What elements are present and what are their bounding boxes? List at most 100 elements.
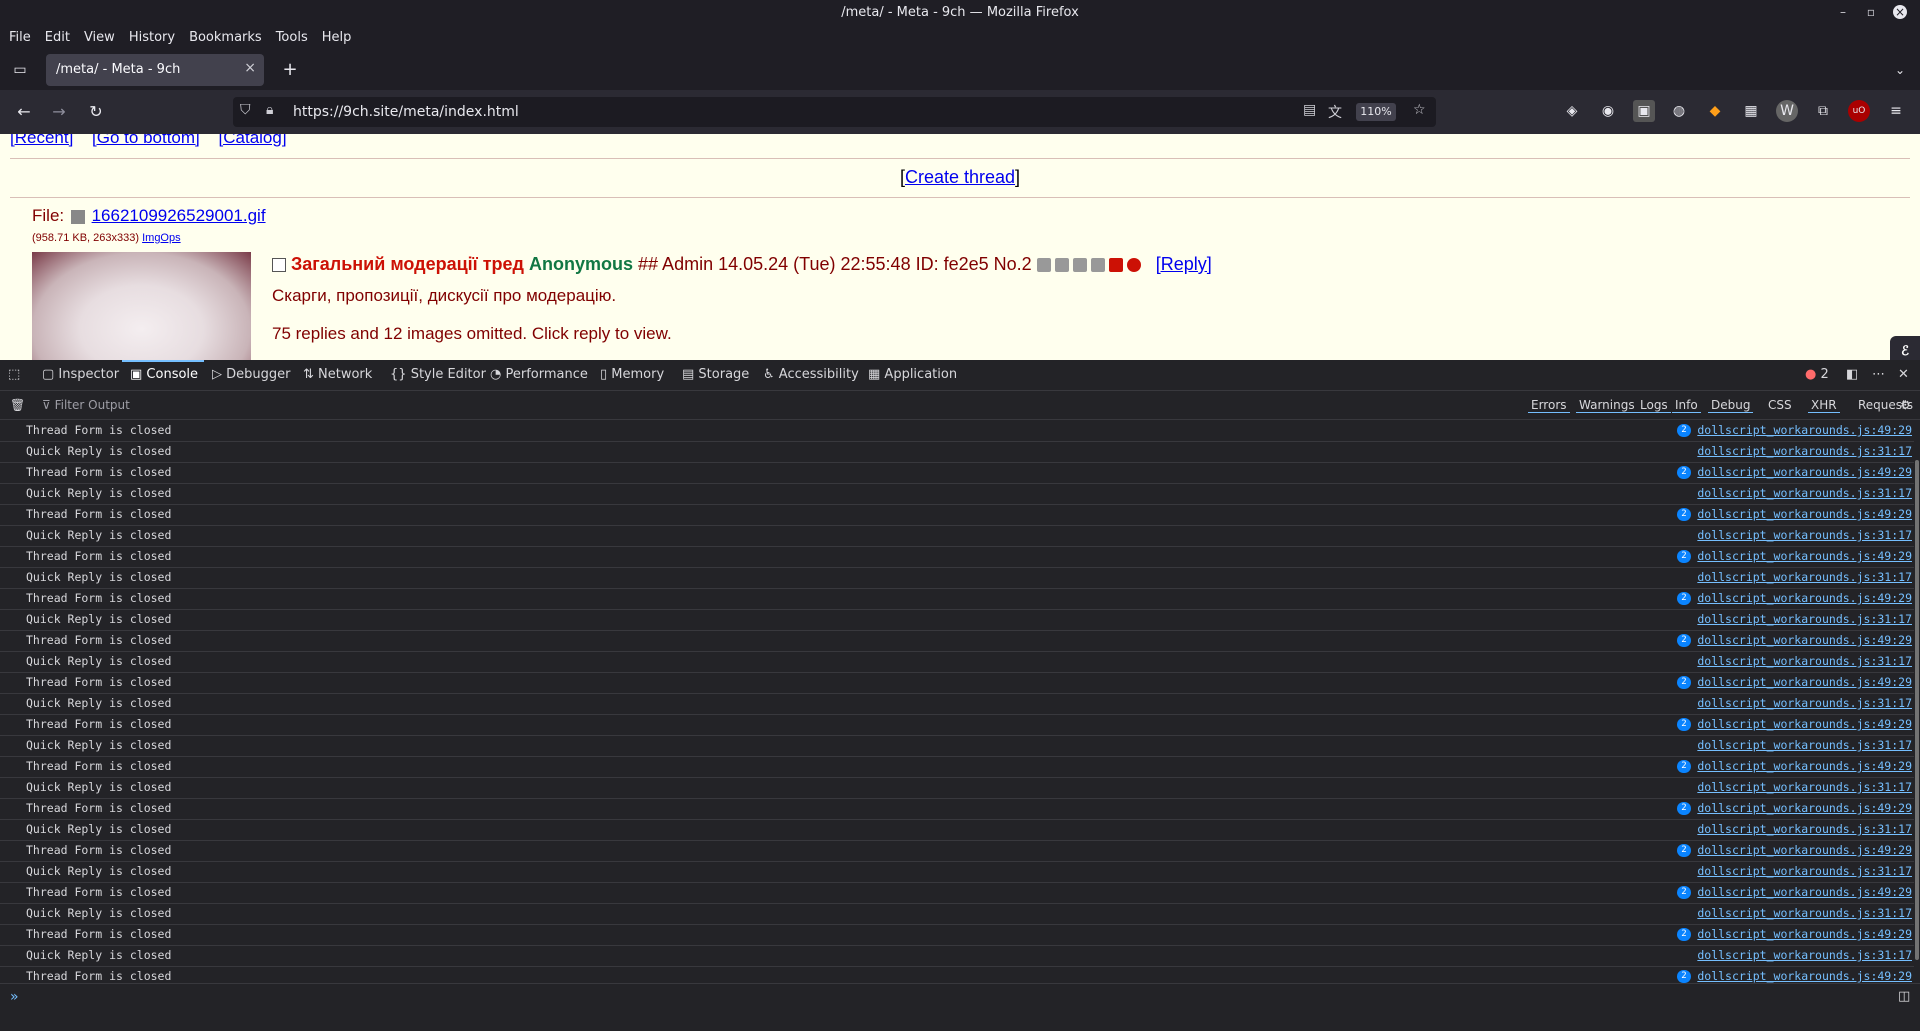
source-link[interactable]: dollscript_workarounds.js:31:17 [1697,780,1912,794]
menu-file[interactable]: File [2,26,38,50]
restore-icon[interactable]: ▫ [1864,5,1878,19]
filter-info[interactable]: Info [1672,398,1701,413]
url-bar[interactable]: ⛉ 🔒︎ https://9ch.site/meta/index.html ▤ … [233,97,1436,127]
source-link[interactable]: dollscript_workarounds.js:49:29 [1697,885,1912,899]
tab-performance[interactable]: ◔ Performance [490,367,588,382]
source-link[interactable]: dollscript_workarounds.js:49:29 [1697,549,1912,563]
source-link[interactable]: dollscript_workarounds.js:49:29 [1697,633,1912,647]
filter-warnings[interactable]: Warnings [1576,398,1638,413]
source-link[interactable]: dollscript_workarounds.js:49:29 [1697,801,1912,815]
translate-icon[interactable]: ⽂ [1328,102,1342,122]
search-image-icon[interactable] [70,209,85,224]
menu-view[interactable]: View [77,26,122,50]
puzzle-icon[interactable]: ⧉ [1812,100,1834,122]
forward-icon[interactable]: → [47,100,71,124]
close-window-icon[interactable]: × [1893,5,1907,19]
pocket-icon[interactable]: ◈ [1561,100,1583,122]
go-to-bottom-link[interactable]: [Go to bottom] [92,134,200,147]
hide-icon[interactable] [1036,258,1051,273]
refresh-icon[interactable] [1126,258,1141,273]
source-link[interactable]: dollscript_workarounds.js:31:17 [1697,486,1912,500]
filter-errors[interactable]: Errors [1528,398,1570,413]
recent-link[interactable]: [Recent] [10,134,73,147]
tab-application[interactable]: ▦ Application [868,367,957,382]
post-checkbox[interactable] [272,258,286,273]
source-link[interactable]: dollscript_workarounds.js:31:17 [1697,738,1912,752]
extension-w-icon[interactable]: W [1776,100,1798,122]
console-scrollbar[interactable] [1914,420,1920,983]
reply-link[interactable]: [Reply] [1156,254,1212,274]
filter-css[interactable]: CSS [1768,398,1792,412]
source-link[interactable]: dollscript_workarounds.js:31:17 [1697,570,1912,584]
new-tab-icon[interactable]: + [278,58,302,82]
reload-icon[interactable]: ↻ [84,100,108,124]
filter-output-input[interactable]: ⊽ Filter Output [42,398,130,412]
settings-gear-icon[interactable]: ⚙ [1900,398,1911,412]
post-number[interactable]: No.2 [994,254,1032,274]
tab-memory[interactable]: ▯ Memory [600,367,664,382]
source-link[interactable]: dollscript_workarounds.js:49:29 [1697,507,1912,521]
tab-console[interactable]: ▣ Console [130,367,198,382]
source-link[interactable]: dollscript_workarounds.js:49:29 [1697,465,1912,479]
close-devtools-icon[interactable]: ✕ [1898,367,1909,382]
console-input-bar[interactable]: » ◫ [0,983,1920,1031]
tab-list-icon[interactable]: ▭ [8,58,32,82]
element-picker-icon[interactable]: ⬚ [8,367,20,382]
source-link[interactable]: dollscript_workarounds.js:31:17 [1697,444,1912,458]
extension-image-icon[interactable]: ▣ [1633,100,1655,122]
source-link[interactable]: dollscript_workarounds.js:31:17 [1697,906,1912,920]
source-link[interactable]: dollscript_workarounds.js:49:29 [1697,423,1912,437]
trash-icon[interactable]: 🗑︎ [10,398,25,412]
create-thread-link[interactable]: Create thread [905,167,1015,187]
grid-icon[interactable]: ▦ [1740,100,1762,122]
imgops-link[interactable]: ImgOps [142,232,181,244]
source-link[interactable]: dollscript_workarounds.js:49:29 [1697,717,1912,731]
browser-tab[interactable]: /meta/ - Meta - 9ch × [46,54,264,86]
back-icon[interactable]: ← [12,100,36,124]
tab-inspector[interactable]: ▢ Inspector [42,367,119,382]
extension-fox-icon[interactable]: ◆ [1704,100,1726,122]
menu-tools[interactable]: Tools [269,26,315,50]
editor-mode-icon[interactable]: ◫ [1898,989,1910,1004]
account-icon[interactable]: ◉ [1597,100,1619,122]
source-link[interactable]: dollscript_workarounds.js:31:17 [1697,948,1912,962]
bookmark-star-icon[interactable]: ☆ [1413,102,1426,118]
filter-xhr[interactable]: XHR [1808,398,1840,413]
source-link[interactable]: dollscript_workarounds.js:49:29 [1697,675,1912,689]
reader-view-icon[interactable]: ▤ [1303,102,1316,118]
source-link[interactable]: dollscript_workarounds.js:31:17 [1697,528,1912,542]
star-icon[interactable] [1090,258,1105,273]
dollscript-icon[interactable]: ℰ [1890,336,1920,360]
close-tab-icon[interactable]: × [244,60,256,76]
tab-style-editor[interactable]: {} Style Editor [390,367,486,382]
tab-accessibility[interactable]: ♿︎ Accessibility [763,367,859,382]
ublock-icon[interactable]: uO [1848,100,1870,122]
scrollbar-thumb[interactable] [1915,460,1919,960]
filter-logs[interactable]: Logs [1637,398,1671,413]
source-link[interactable]: dollscript_workarounds.js:49:29 [1697,591,1912,605]
menu-help[interactable]: Help [315,26,359,50]
source-link[interactable]: dollscript_workarounds.js:31:17 [1697,654,1912,668]
source-link[interactable]: dollscript_workarounds.js:49:29 [1697,969,1912,983]
tab-storage[interactable]: ▤ Storage [682,367,749,382]
menu-edit[interactable]: Edit [38,26,77,50]
lock-icon[interactable]: 🔒︎ [266,102,273,118]
more-options-icon[interactable]: ⋯ [1872,367,1885,382]
source-link[interactable]: dollscript_workarounds.js:31:17 [1697,612,1912,626]
tab-debugger[interactable]: ▷ Debugger [212,367,291,382]
source-link[interactable]: dollscript_workarounds.js:31:17 [1697,864,1912,878]
file-link[interactable]: 1662109926529001.gif [92,206,266,225]
url-text[interactable]: https://9ch.site/meta/index.html [293,104,519,120]
menu-bookmarks[interactable]: Bookmarks [182,26,269,50]
source-link[interactable]: dollscript_workarounds.js:49:29 [1697,759,1912,773]
error-count[interactable]: ● 2 [1805,367,1829,382]
source-link[interactable]: dollscript_workarounds.js:49:29 [1697,927,1912,941]
menu-history[interactable]: History [122,26,182,50]
source-link[interactable]: dollscript_workarounds.js:49:29 [1697,843,1912,857]
globe-icon[interactable]: ◍ [1668,100,1690,122]
source-link[interactable]: dollscript_workarounds.js:31:17 [1697,696,1912,710]
sticky-icon[interactable] [1072,258,1087,273]
catalog-link[interactable]: [Catalog] [219,134,287,147]
thread-thumbnail[interactable] [32,252,251,360]
chevron-down-icon[interactable]: ⌄ [1888,58,1912,82]
